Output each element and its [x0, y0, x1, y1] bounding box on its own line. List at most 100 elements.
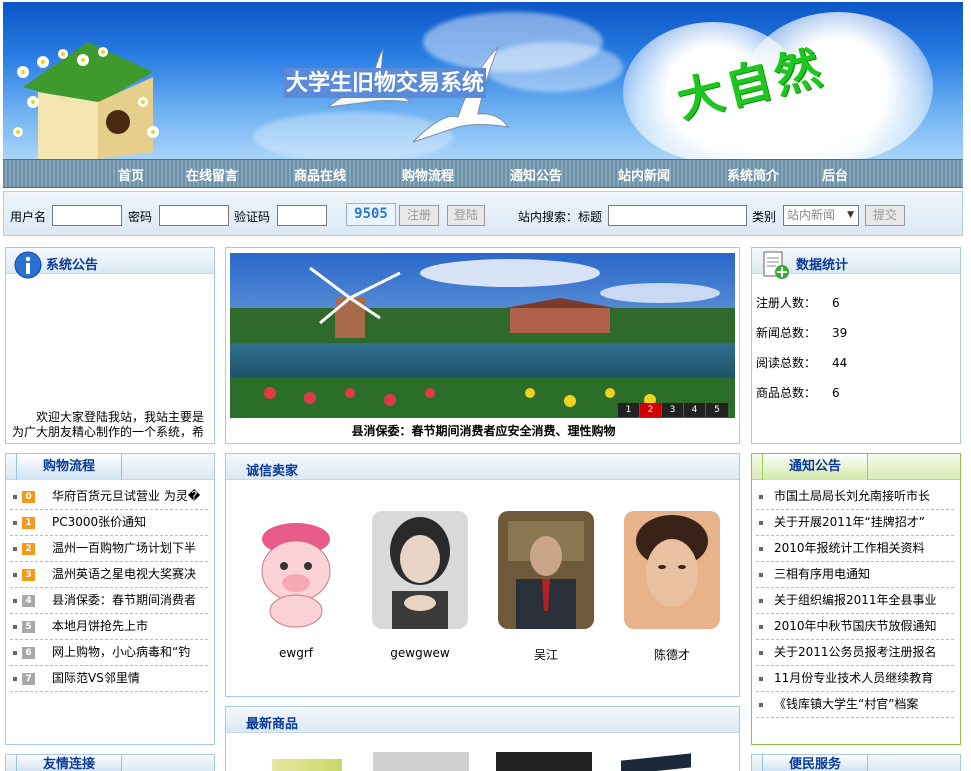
password-input[interactable] [159, 205, 229, 226]
site-title: 大学生旧物交易系统 [284, 68, 487, 98]
list-item[interactable]: 2010年中秋节国庆节放假通知 [756, 614, 954, 640]
panel-header: 最新商品 [226, 707, 739, 733]
document-add-icon [763, 251, 789, 279]
captcha-input[interactable] [277, 205, 327, 226]
stat-reads: 阅读总数： 44 [756, 356, 848, 370]
panel-header: 数据统计 [752, 248, 960, 279]
stat-registered: 注册人数： 6 [756, 296, 840, 310]
panel-header: 诚信卖家 [226, 454, 739, 480]
nav-products[interactable]: 商品在线 [294, 165, 346, 184]
list-item[interactable]: 《钱库镇大学生“村官”档案 [756, 692, 954, 718]
search-input[interactable] [608, 205, 747, 226]
password-label: 密码 [128, 210, 153, 224]
list-item[interactable]: 3 温州英语之星电视大奖赛决 [10, 562, 208, 588]
category-label: 类别 [752, 210, 777, 224]
announcement-panel: 系统公告 欢迎大家登陆我站，我站主要是为广大朋友精心制作的一个系统，希 [5, 247, 215, 444]
panel-tab: 友情连接 [16, 755, 123, 771]
list-item[interactable]: 市国土局局长刘允南接听市长 [756, 484, 954, 510]
notices-list: 市国土局局长刘允南接听市长 关于开展2011年“挂牌招才” 2010年报统计工作… [756, 484, 954, 718]
seller-name[interactable]: 陈德才 [624, 646, 720, 663]
panel-title: 购物流程 [43, 459, 96, 474]
panel-header: 系统公告 [6, 248, 214, 279]
seller-card[interactable]: ewgrf [248, 511, 344, 660]
birdhouse-image [13, 42, 159, 159]
panel-title: 友情连接 [43, 757, 96, 771]
panel-title: 便民服务 [789, 757, 842, 771]
list-item[interactable]: 关于组织编报2011年全县事业 [756, 588, 954, 614]
slide-page-1[interactable]: 1 [618, 403, 640, 417]
list-item[interactable]: 2 温州一百购物广场计划下半 [10, 536, 208, 562]
panel-tab: 通知公告 [762, 454, 869, 480]
list-item[interactable]: 关于开展2011年“挂牌招才” [756, 510, 954, 536]
panel-header: 友情连接 [6, 755, 214, 771]
panel-title: 通知公告 [789, 459, 842, 474]
header-banner: 大学生旧物交易系统 大自然 [3, 2, 963, 159]
slide-page-2[interactable]: 2 [640, 403, 662, 417]
panel-title: 数据统计 [796, 258, 849, 273]
list-item[interactable]: 7 国际范VS邻里情 [10, 666, 208, 692]
slideshow-panel: 1 2 3 4 5 县消保委：春节期间消费者应安全消费、理性购物 [225, 247, 740, 444]
nav-shopping-flow[interactable]: 购物流程 [402, 165, 454, 184]
nav-about[interactable]: 系统简介 [727, 165, 779, 184]
nav-notices[interactable]: 通知公告 [510, 165, 562, 184]
username-input[interactable] [52, 205, 122, 226]
slide-page-3[interactable]: 3 [662, 403, 684, 417]
stats-panel: 数据统计 注册人数： 6 新闻总数： 39 阅读总数： 44 商品总数： 6 [751, 247, 961, 444]
services-panel: 便民服务 [751, 754, 961, 771]
list-item[interactable]: 11月份专业技术人员继续教育 [756, 666, 954, 692]
seller-card[interactable]: 陈德才 [624, 511, 720, 663]
panel-header: 购物流程 [6, 454, 214, 480]
seller-name[interactable]: ewgrf [248, 646, 344, 660]
shopping-flow-list: 0 华府百货元旦试营业 为灵� 1 PC3000张价通知 2 温州一百购物广场计划下半… [10, 484, 208, 692]
login-button[interactable]: 登陆 [447, 205, 485, 226]
category-select[interactable]: 站内新闻 ▼ [783, 205, 859, 226]
list-item[interactable]: 1 PC3000张价通知 [10, 510, 208, 536]
seller-card[interactable]: gewgwew [372, 511, 468, 660]
new-goods-panel: 最新商品 [225, 706, 740, 771]
panel-header: 便民服务 [752, 755, 960, 771]
nav-home[interactable]: 首页 [118, 165, 144, 184]
nav-news[interactable]: 站内新闻 [618, 165, 670, 184]
seller-avatar[interactable] [498, 511, 594, 629]
product-thumbnail[interactable] [272, 759, 342, 771]
search-label: 站内搜索：标题 [518, 210, 603, 224]
captcha-image[interactable]: 9505 [346, 203, 396, 226]
seller-name[interactable]: gewgwew [372, 646, 468, 660]
chevron-down-icon: ▼ [847, 210, 854, 220]
list-item[interactable]: 6 网上购物，小心病毒和“钓 [10, 640, 208, 666]
list-item[interactable]: 0 华府百货元旦试营业 为灵� [10, 484, 208, 510]
list-item[interactable]: 5 本地月饼抢先上市 [10, 614, 208, 640]
list-item[interactable]: 关于2011公务员报考注册报名 [756, 640, 954, 666]
seller-card[interactable]: 吴江 [498, 511, 594, 663]
nav-admin[interactable]: 后台 [822, 165, 848, 184]
product-thumbnail[interactable] [621, 753, 691, 771]
panel-title: 最新商品 [246, 717, 299, 732]
product-thumbnail[interactable] [373, 752, 469, 771]
list-item[interactable]: 4 县消保委：春节期间消费者 [10, 588, 208, 614]
list-item[interactable]: 三相有序用电通知 [756, 562, 954, 588]
slide-page-4[interactable]: 4 [684, 403, 706, 417]
seller-avatar[interactable] [372, 511, 468, 629]
seller-avatar[interactable] [624, 511, 720, 629]
list-item[interactable]: 2010年报统计工作相关资料 [756, 536, 954, 562]
username-label: 用户名 [10, 210, 47, 224]
announcement-text: 欢迎大家登陆我站，我站主要是为广大朋友精心制作的一个系统，希 [12, 410, 205, 439]
slideshow-caption[interactable]: 县消保委：春节期间消费者应安全消费、理性购物 [226, 422, 741, 439]
sellers-panel: 诚信卖家 ewgrf gewgwew 吴江 陈德才 [225, 453, 740, 697]
product-thumbnail[interactable] [496, 752, 592, 771]
info-icon [14, 251, 42, 279]
shopping-flow-panel: 购物流程 0 华府百货元旦试营业 为灵� 1 PC3000张价通知 2 温州一百购物广… [5, 453, 215, 745]
nav-messages[interactable]: 在线留言 [186, 165, 238, 184]
stat-news: 新闻总数： 39 [756, 326, 848, 340]
panel-title: 诚信卖家 [246, 464, 299, 479]
seller-avatar[interactable] [248, 511, 344, 629]
panel-title: 系统公告 [46, 258, 99, 273]
login-search-bar: 用户名 密码 验证码 9505 注册 登陆 站内搜索：标题 类别 站内新闻 ▼ … [3, 191, 963, 236]
register-button[interactable]: 注册 [399, 205, 439, 226]
slide-page-5[interactable]: 5 [706, 403, 728, 417]
submit-button[interactable]: 提交 [865, 205, 905, 226]
slideshow-image[interactable] [230, 253, 735, 418]
friend-links-panel: 友情连接 [5, 754, 215, 771]
slideshow-pager: 1 2 3 4 5 [618, 403, 728, 417]
seller-name[interactable]: 吴江 [498, 646, 594, 663]
